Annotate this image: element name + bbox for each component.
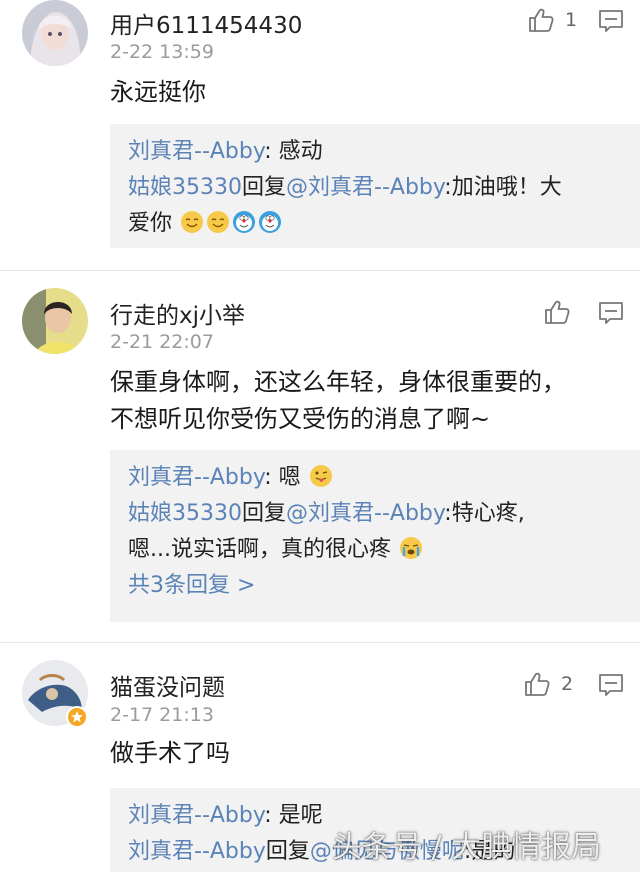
like-button[interactable]: 1: [527, 6, 577, 34]
watermark-text: 头条号 / 大腆情报局: [332, 830, 602, 865]
more-replies-link[interactable]: 共3条回复 >: [128, 568, 624, 604]
reply-author[interactable]: 姑娘35330: [128, 175, 242, 200]
comment-content: 做手术了吗: [110, 735, 230, 772]
comment-time: 2-21 22:07: [110, 331, 214, 353]
reply-mention[interactable]: @刘真君--Abby: [286, 501, 444, 526]
reply-text: :加油哦！大: [444, 175, 562, 200]
like-count: 2: [561, 673, 574, 695]
reply-icon[interactable]: [598, 672, 624, 698]
reply-verb: 回复: [242, 175, 287, 200]
reply-author[interactable]: 刘真君--Abby: [128, 139, 264, 164]
divider: [0, 270, 640, 271]
content-line: 永远挺你: [110, 78, 206, 106]
reply-text: 爱你: [128, 211, 173, 236]
comment-username[interactable]: 行走的xj小举: [110, 296, 245, 330]
reply-line: 姑娘35330回复@刘真君--Abby:特心疼,: [128, 496, 624, 532]
reply-text: : 是呢: [264, 803, 323, 828]
thumbs-up-icon: [545, 300, 570, 324]
comment-content: 保重身体啊，还这么年轻，身体很重要的， 不想听见你受伤又受伤的消息了啊~: [110, 364, 566, 438]
tongue-emoji-icon: [309, 465, 332, 487]
reply-box[interactable]: 刘真君--Abby: 感动 姑娘35330回复@刘真君--Abby:加油哦！大 …: [110, 124, 640, 248]
reply-mention[interactable]: @刘真君--Abby: [286, 175, 444, 200]
reply-line: 嗯...说实话啊，真的很心疼: [128, 532, 624, 568]
reply-text: 嗯...说实话啊，真的很心疼: [128, 537, 391, 562]
reply-text: :特心疼,: [444, 501, 525, 526]
verified-badge-icon: [66, 706, 88, 728]
reply-line: 刘真君--Abby: 嗯: [128, 460, 624, 496]
reply-text: : 感动: [264, 139, 323, 164]
reply-icon[interactable]: [598, 300, 624, 326]
reply-icon[interactable]: [598, 8, 624, 34]
avatar[interactable]: [22, 288, 88, 354]
reply-verb: 回复: [265, 839, 310, 864]
reply-author[interactable]: 刘真君--Abby: [128, 803, 264, 828]
crying-emoji-icon: [399, 537, 422, 559]
like-button[interactable]: [543, 298, 581, 326]
comment-content: 永远挺你: [110, 74, 206, 111]
comment-time: 2-22 13:59: [110, 41, 214, 63]
content-line: 保重身体啊，还这么年轻，身体很重要的，: [110, 368, 566, 396]
smile-emoji-icon: [207, 211, 230, 233]
reply-author[interactable]: 刘真君--Abby: [128, 465, 264, 490]
comment-username[interactable]: 用户6111454430: [110, 6, 302, 40]
reply-line: 姑娘35330回复@刘真君--Abby:加油哦！大: [128, 170, 624, 206]
reply-box[interactable]: 刘真君--Abby: 嗯 姑娘35330回复@刘真君--Abby:特心疼, 嗯.…: [110, 450, 640, 622]
divider: [0, 642, 640, 643]
comment-username[interactable]: 猫蛋没问题: [110, 668, 225, 702]
content-line: 做手术了吗: [110, 739, 230, 767]
reply-author[interactable]: 刘真君--Abby: [128, 839, 266, 864]
reply-verb: 回复: [242, 501, 287, 526]
reply-line: 爱你: [128, 206, 624, 242]
doraemon-emoji-icon: [259, 211, 282, 233]
like-count: 1: [565, 9, 578, 31]
reply-text: : 嗯: [264, 465, 301, 490]
comment-time: 2-17 21:13: [110, 704, 214, 726]
reply-line: 刘真君--Abby: 感动: [128, 134, 624, 170]
thumbs-up-icon: [529, 8, 554, 32]
doraemon-emoji-icon: [233, 211, 256, 233]
reply-author[interactable]: 姑娘35330: [128, 501, 242, 526]
content-line: 不想听见你受伤又受伤的消息了啊~: [110, 405, 491, 433]
thumbs-up-icon: [525, 672, 550, 696]
avatar[interactable]: [22, 0, 88, 66]
like-button[interactable]: 2: [523, 670, 573, 698]
smile-emoji-icon: [181, 211, 204, 233]
